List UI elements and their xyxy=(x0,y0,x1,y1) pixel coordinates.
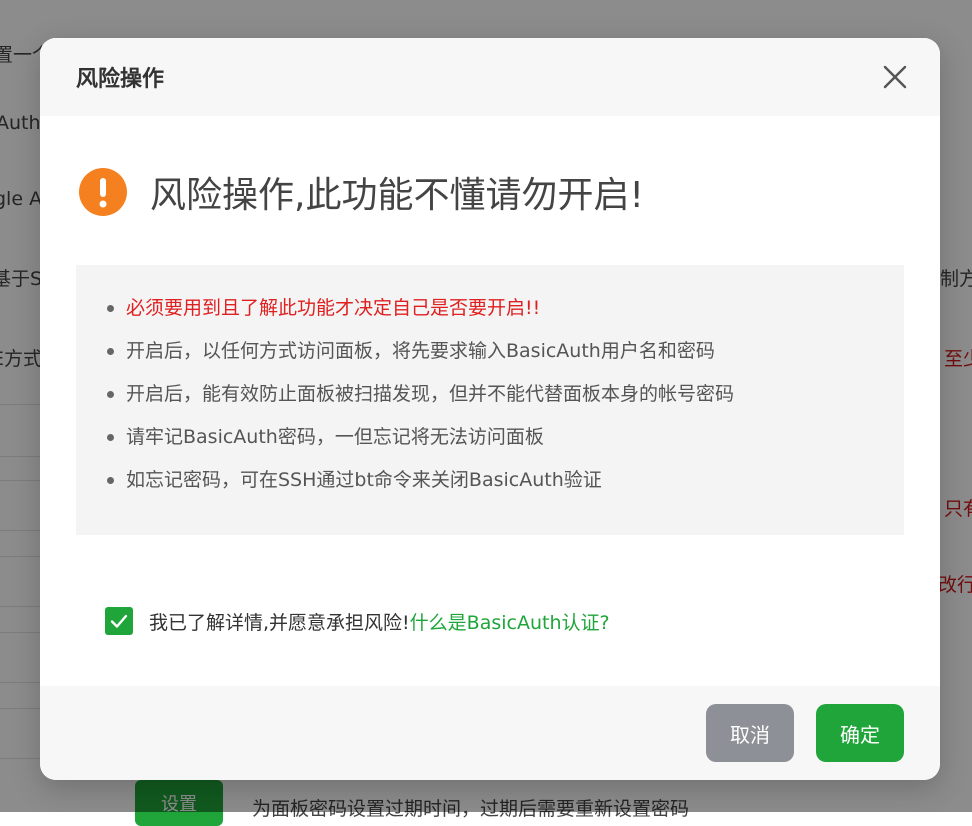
info-item: 必须要用到且了解此功能才决定自己是否要开启!! xyxy=(107,291,904,334)
info-item-text: 开启后，以任何方式访问面板，将先要求输入BasicAuth用户名和密码 xyxy=(126,340,715,362)
bullet-icon xyxy=(107,477,114,484)
info-item: 开启后，以任何方式访问面板，将先要求输入BasicAuth用户名和密码 xyxy=(107,334,904,377)
risk-dialog: 风险操作 风险操作,此功能不懂请勿开启! 必须要用到且了解此功能才决定自己是否要… xyxy=(40,38,940,780)
checkmark-icon xyxy=(110,614,128,628)
info-box: 必须要用到且了解此功能才决定自己是否要开启!! 开启后，以任何方式访问面板，将先… xyxy=(76,265,904,535)
info-item: 请牢记BasicAuth密码，一但忘记将无法访问面板 xyxy=(107,420,904,463)
cancel-button[interactable]: 取消 xyxy=(706,704,794,762)
info-item-text: 如忘记密码，可在SSH通过bt命令来关闭BasicAuth验证 xyxy=(126,469,602,491)
dialog-title: 风险操作 xyxy=(76,67,165,92)
dialog-footer: 取消 确定 xyxy=(40,686,940,780)
info-list: 必须要用到且了解此功能才决定自己是否要开启!! 开启后，以任何方式访问面板，将先… xyxy=(76,265,904,506)
bullet-icon xyxy=(107,391,114,398)
close-icon[interactable] xyxy=(882,64,908,90)
basicauth-help-link[interactable]: 什么是BasicAuth认证? xyxy=(410,608,610,635)
exclamation-circle-icon xyxy=(79,168,127,216)
bullet-icon xyxy=(107,348,114,355)
dialog-header: 风险操作 xyxy=(40,38,940,116)
bullet-icon xyxy=(107,434,114,441)
info-item: 如忘记密码，可在SSH通过bt命令来关闭BasicAuth验证 xyxy=(107,463,904,506)
confirm-button[interactable]: 确定 xyxy=(816,704,904,762)
warning-heading: 风险操作,此功能不懂请勿开启! xyxy=(78,166,644,218)
info-item-text: 必须要用到且了解此功能才决定自己是否要开启!! xyxy=(126,297,541,319)
info-item-text: 请牢记BasicAuth密码，一但忘记将无法访问面板 xyxy=(126,426,544,448)
info-item: 开启后，能有效防止面板被扫描发现，但并不能代替面板本身的帐号密码 xyxy=(107,377,904,420)
agree-label[interactable]: 我已了解详情,并愿意承担风险! xyxy=(149,608,410,635)
agree-row: 我已了解详情,并愿意承担风险! 什么是BasicAuth认证? xyxy=(105,607,610,635)
warning-text: 风险操作,此功能不懂请勿开启! xyxy=(150,175,644,216)
info-item-text: 开启后，能有效防止面板被扫描发现，但并不能代替面板本身的帐号密码 xyxy=(126,383,735,405)
bullet-icon xyxy=(107,305,114,312)
agree-checkbox[interactable] xyxy=(105,607,133,635)
